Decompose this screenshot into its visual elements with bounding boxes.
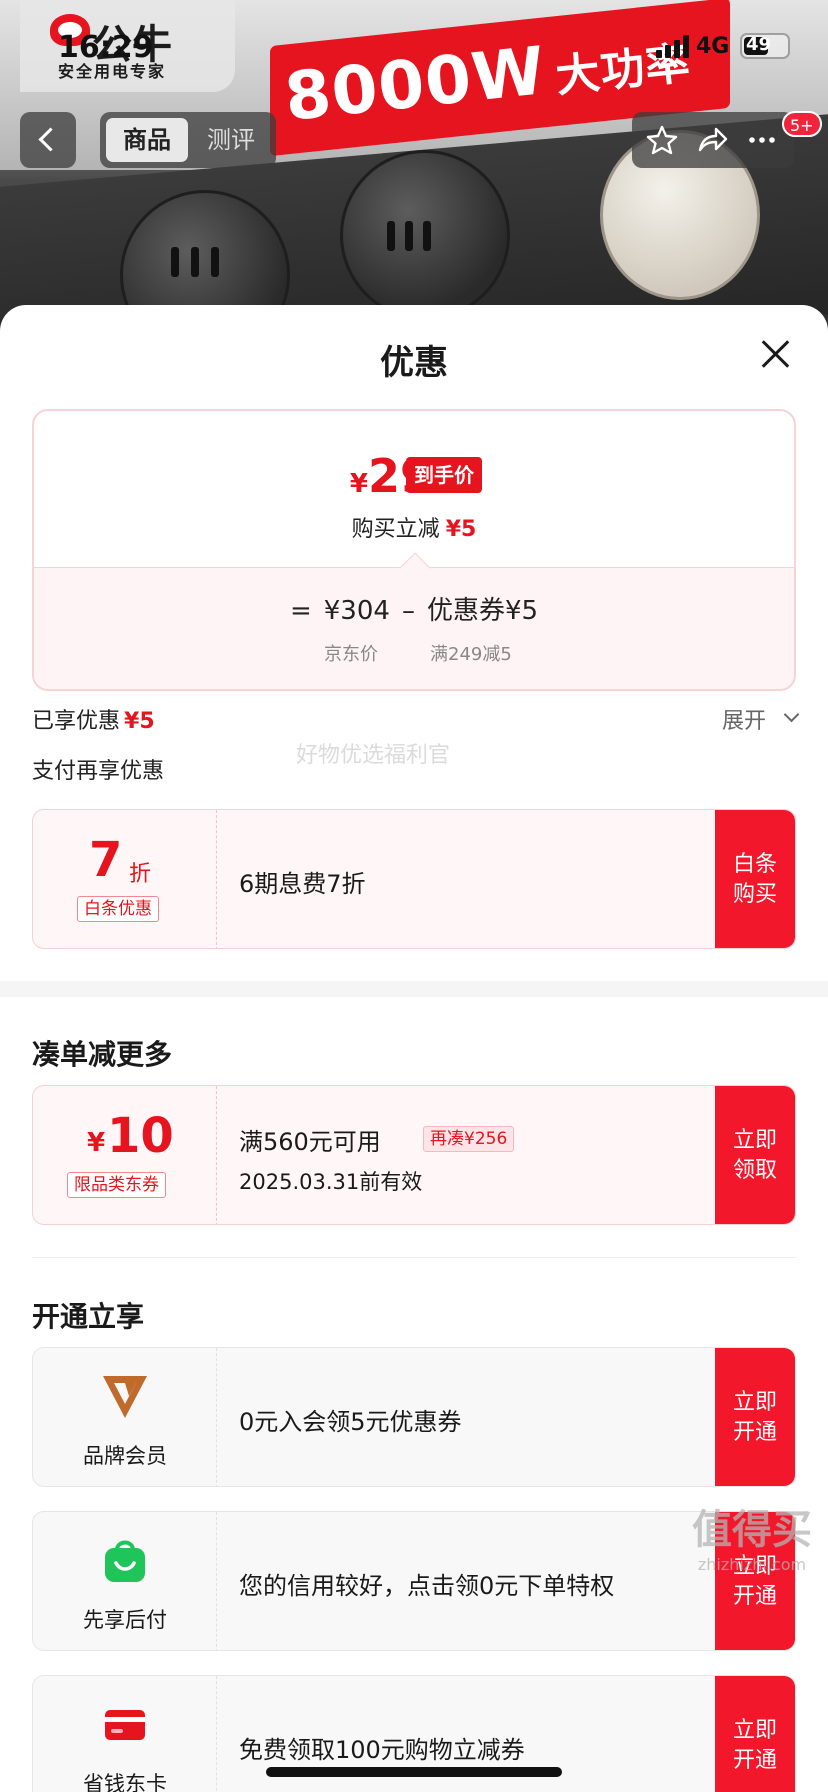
membership-text: 您的信用较好，点击领0元下单特权 (239, 1572, 615, 1600)
final-price: ¥299 (349, 449, 464, 503)
instant-reduction: 购买立减 ¥5 (351, 517, 477, 542)
enjoyed-discount: 已享优惠 ¥5 (32, 709, 155, 734)
sheet-title: 优惠 (380, 343, 448, 383)
coupon-extra-badge: 再凑¥256 (423, 1126, 515, 1152)
membership-text: 免费领取100元购物立减券 (239, 1736, 525, 1764)
back-button[interactable] (20, 112, 76, 168)
shopping-bag-icon (101, 1536, 149, 1584)
pay-more-label: 支付再享优惠 (32, 759, 165, 784)
open-savings-card-button[interactable]: 立即开通 (715, 1676, 795, 1792)
coupon-card[interactable]: ¥ 10 限品类东券 满560元可用 再凑¥256 2025.03.31前有效 … (32, 1085, 796, 1225)
home-indicator (266, 1767, 562, 1777)
share-icon[interactable] (696, 124, 728, 156)
claim-coupon-button[interactable]: 立即领取 (715, 1086, 795, 1224)
product-tabs: 商品 测评 (100, 112, 276, 168)
membership-text: 0元入会领5元优惠券 (239, 1408, 462, 1436)
baitiao-buy-button[interactable]: 白条购买 (715, 810, 795, 948)
price-calc-row: = ¥304– 优惠券¥5 (289, 596, 539, 626)
base-price-desc: 京东价 (324, 644, 378, 665)
status-time: 16:29 (58, 30, 154, 65)
more-menu-icon[interactable] (746, 124, 778, 156)
coupon-desc: 满249减5 (430, 644, 512, 665)
coupon-type-tag: 限品类东券 (67, 1172, 166, 1198)
seller-watermark: 好物优选福利官 (296, 743, 451, 768)
section-title-open: 开通立享 (32, 1300, 145, 1333)
coupon-amount-block: ¥ 10 限品类东券 (33, 1086, 217, 1224)
section-divider (0, 981, 828, 997)
final-price-tag: 到手价 (406, 457, 482, 493)
site-watermark: 值得买 zhizhizhi.com (692, 1507, 812, 1574)
membership-card-brand[interactable]: 品牌会员 0元入会领5元优惠券 立即开通 (32, 1347, 796, 1487)
tab-review[interactable]: 测评 (190, 118, 272, 162)
baitiao-text: 6期息费7折 (239, 870, 366, 898)
signal-icon (656, 34, 690, 58)
baitiao-offer-card[interactable]: 7 折 白条优惠 6期息费7折 白条购买 (32, 809, 796, 949)
baitiao-tag: 白条优惠 (77, 896, 159, 922)
discount-sheet: 优惠 ¥299 到手价 购买立减¥5 =¥304–优惠券¥5 京东价 满249减… (0, 305, 828, 1792)
close-icon[interactable] (760, 339, 790, 369)
coupon-condition: 满560元可用 (239, 1128, 381, 1156)
section-divider-line (32, 1257, 796, 1258)
brand-v-icon (101, 1372, 149, 1420)
top-actions (632, 112, 794, 168)
battery-icon: 49 (740, 33, 790, 59)
open-membership-button[interactable]: 立即开通 (715, 1348, 795, 1486)
socket-outlet (340, 150, 510, 320)
network-type: 4G (696, 34, 730, 59)
baitiao-discount-block: 7 折 白条优惠 (33, 810, 217, 948)
price-breakdown: = ¥304– 优惠券¥5 京东价 满249减5 (34, 567, 794, 689)
price-summary: ¥299 到手价 购买立减¥5 =¥304–优惠券¥5 京东价 满249减5 (32, 409, 796, 691)
expand-toggle[interactable]: 展开 (722, 703, 766, 735)
membership-icon-block: 省钱东卡 (33, 1676, 217, 1792)
coupon-validity: 2025.03.31前有效 (239, 1170, 423, 1194)
favorite-star-icon[interactable] (646, 124, 678, 156)
tab-product[interactable]: 商品 (106, 118, 188, 162)
status-bar: 16:29 4G 49 (0, 28, 828, 68)
section-title-more: 凑单减更多 (32, 1038, 173, 1071)
membership-icon-block: 品牌会员 (33, 1348, 217, 1486)
final-price-section: ¥299 到手价 购买立减¥5 (34, 411, 794, 567)
battery-level: 49 (746, 34, 772, 55)
membership-icon-block: 先享后付 (33, 1512, 217, 1650)
card-icon (101, 1700, 149, 1748)
message-badge: 5+ (782, 111, 822, 137)
